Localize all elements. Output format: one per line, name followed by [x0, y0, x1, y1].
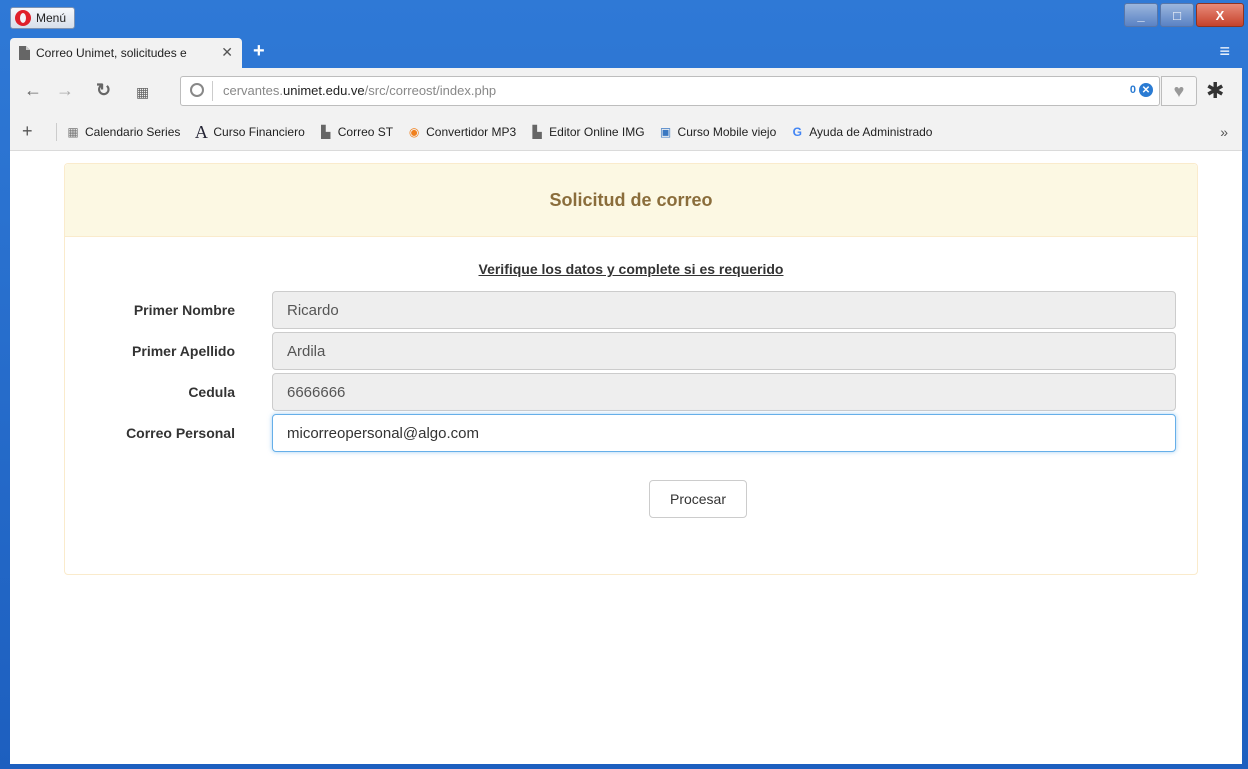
- bookmark-item[interactable]: A Curso Financiero: [194, 121, 305, 142]
- tab-title: Correo Unimet, solicitudes e: [36, 46, 187, 60]
- globe-icon: [190, 83, 204, 97]
- serif-a-icon: A: [194, 121, 208, 142]
- bookmark-item[interactable]: ▦ Calendario Series: [66, 125, 180, 139]
- url-text[interactable]: cervantes.unimet.edu.ve/src/correost/ind…: [223, 83, 496, 98]
- personal-email-input[interactable]: [272, 414, 1176, 452]
- bookmarks-separator: [56, 123, 57, 141]
- bookmarks-bar: + ▦ Calendario Series A Curso Financiero ▙…: [10, 114, 1242, 151]
- document-icon: [19, 46, 30, 60]
- cedula-input[interactable]: [272, 373, 1176, 411]
- bookmark-item[interactable]: ▙ Correo ST: [319, 125, 393, 139]
- speed-dial-icon[interactable]: ▦: [136, 82, 149, 102]
- new-tab-button[interactable]: +: [253, 41, 265, 61]
- google-g-icon: G: [792, 125, 802, 139]
- title-bar: Menú _ □ X: [0, 0, 1248, 34]
- form-row-first-name: Primer Nombre: [65, 291, 1197, 331]
- window-controls: _ □ X: [1124, 3, 1244, 27]
- personal-email-label: Correo Personal: [126, 425, 235, 441]
- form-row-personal-email: Correo Personal: [65, 414, 1197, 454]
- panel-heading: Solicitud de correo: [65, 164, 1197, 237]
- address-bar[interactable]: cervantes.unimet.edu.ve/src/correost/ind…: [180, 76, 1160, 106]
- heart-icon: ♥: [1173, 80, 1185, 101]
- cedula-label: Cedula: [188, 384, 235, 400]
- opera-logo-icon: [15, 10, 31, 26]
- request-form-panel: Solicitud de correo Verifique los datos …: [64, 163, 1198, 575]
- form-subtitle: Verifique los datos y complete si es req…: [478, 261, 784, 277]
- add-bookmark-icon[interactable]: +: [22, 121, 33, 142]
- first-name-label: Primer Nombre: [133, 302, 235, 318]
- image-icon: ▣: [659, 125, 672, 139]
- last-name-input[interactable]: [272, 332, 1176, 370]
- document-icon: ▙: [532, 125, 542, 139]
- stash-heart-button[interactable]: ♥: [1161, 76, 1197, 106]
- bookmark-item[interactable]: ▣ Curso Mobile viejo: [659, 125, 776, 139]
- adblock-count: 0: [1129, 84, 1136, 96]
- tab-menu-icon[interactable]: ≡: [1219, 42, 1230, 60]
- procesar-button[interactable]: Procesar: [649, 480, 747, 518]
- gear-icon[interactable]: ✱: [1206, 78, 1224, 104]
- page-content: Solicitud de correo Verifique los datos …: [10, 151, 1242, 764]
- forward-icon[interactable]: →: [56, 80, 74, 100]
- address-separator: [212, 81, 213, 101]
- bookmark-item[interactable]: ◉ Convertidor MP3: [407, 125, 516, 139]
- first-name-input[interactable]: [272, 291, 1176, 329]
- grid-icon: ▦: [67, 125, 79, 139]
- tab-active[interactable]: Correo Unimet, solicitudes e ✕: [10, 38, 242, 68]
- tab-close-icon[interactable]: ✕: [221, 44, 233, 61]
- bookmark-item[interactable]: ▙ Editor Online IMG: [530, 125, 645, 139]
- convert-icon: ◉: [408, 125, 420, 139]
- opera-menu-button[interactable]: Menú: [10, 7, 76, 29]
- browser-window: Menú _ □ X Correo Unimet, solicitudes e …: [0, 0, 1248, 769]
- form-row-cedula: Cedula: [65, 373, 1197, 413]
- close-window-button[interactable]: X: [1196, 3, 1244, 27]
- navigation-bar: ← → ↻ ▦ cervantes.unimet.edu.ve/src/corr…: [10, 68, 1242, 114]
- bookmarks-overflow-icon[interactable]: »: [1220, 124, 1228, 140]
- document-icon: ▙: [321, 125, 331, 139]
- reload-icon[interactable]: ↻: [96, 80, 111, 100]
- adblock-indicator[interactable]: 0 ✕: [1130, 83, 1153, 97]
- form-row-last-name: Primer Apellido: [65, 332, 1197, 372]
- maximize-button[interactable]: □: [1160, 3, 1194, 27]
- tab-bar: Correo Unimet, solicitudes e ✕ + ≡: [0, 34, 1248, 68]
- bookmark-item[interactable]: G Ayuda de Administrado: [790, 125, 933, 139]
- bookmark-list: ▦ Calendario Series A Curso Financiero ▙ Co…: [66, 114, 932, 150]
- menu-label: Menú: [36, 11, 67, 25]
- shield-icon: ✕: [1139, 83, 1153, 97]
- last-name-label: Primer Apellido: [132, 343, 235, 359]
- back-icon[interactable]: ←: [24, 80, 42, 100]
- minimize-button[interactable]: _: [1124, 3, 1158, 27]
